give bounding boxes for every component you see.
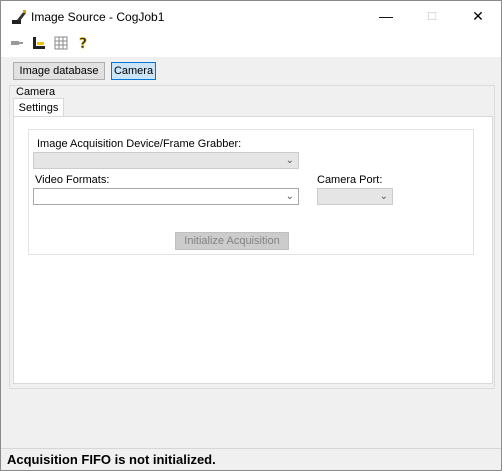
source-selector: Image database Camera xyxy=(1,57,501,85)
acquisition-properties-icon[interactable] xyxy=(31,35,47,51)
camera-port-label: Camera Port: xyxy=(317,174,383,186)
help-icon[interactable]: ? xyxy=(75,35,91,51)
acquisition-settings-box: Image Acquisition Device/Frame Grabber: … xyxy=(28,129,474,255)
minimize-button[interactable]: — xyxy=(363,1,409,31)
settings-tab-panel: Image Acquisition Device/Frame Grabber: … xyxy=(13,116,493,384)
device-label: Image Acquisition Device/Frame Grabber: xyxy=(37,138,242,150)
toolbar: ? xyxy=(1,31,501,57)
maximize-button[interactable]: ☐ xyxy=(409,1,455,31)
chevron-down-icon: ⌄ xyxy=(285,155,294,166)
chevron-down-icon: ⌄ xyxy=(379,191,388,202)
pin-icon[interactable] xyxy=(9,35,25,51)
window-title: Image Source - CogJob1 xyxy=(31,10,165,24)
camera-group-label: Camera xyxy=(16,86,56,98)
video-formats-select[interactable]: ⌄ xyxy=(33,188,299,205)
image-source-window: Image Source - CogJob1 — ☐ ✕ ? Image dat… xyxy=(0,0,502,471)
device-select[interactable]: ⌄ xyxy=(33,152,299,169)
image-database-button[interactable]: Image database xyxy=(13,62,105,80)
tab-settings[interactable]: Settings xyxy=(13,98,64,117)
help-glyph: ? xyxy=(79,36,87,51)
image-source-app-icon xyxy=(12,10,26,24)
status-message: Acquisition FIFO is not initialized. xyxy=(7,452,216,467)
chevron-down-icon: ⌄ xyxy=(285,191,294,202)
camera-button[interactable]: Camera xyxy=(111,62,156,80)
grid-settings-icon[interactable] xyxy=(53,35,69,51)
close-button[interactable]: ✕ xyxy=(455,1,501,31)
video-formats-label: Video Formats: xyxy=(35,174,110,186)
status-bar: Acquisition FIFO is not initialized. xyxy=(1,448,501,470)
camera-port-select[interactable]: ⌄ xyxy=(317,188,393,205)
initialize-acquisition-button[interactable]: Initialize Acquisition xyxy=(175,232,289,250)
title-bar[interactable]: Image Source - CogJob1 — ☐ ✕ xyxy=(1,1,501,31)
